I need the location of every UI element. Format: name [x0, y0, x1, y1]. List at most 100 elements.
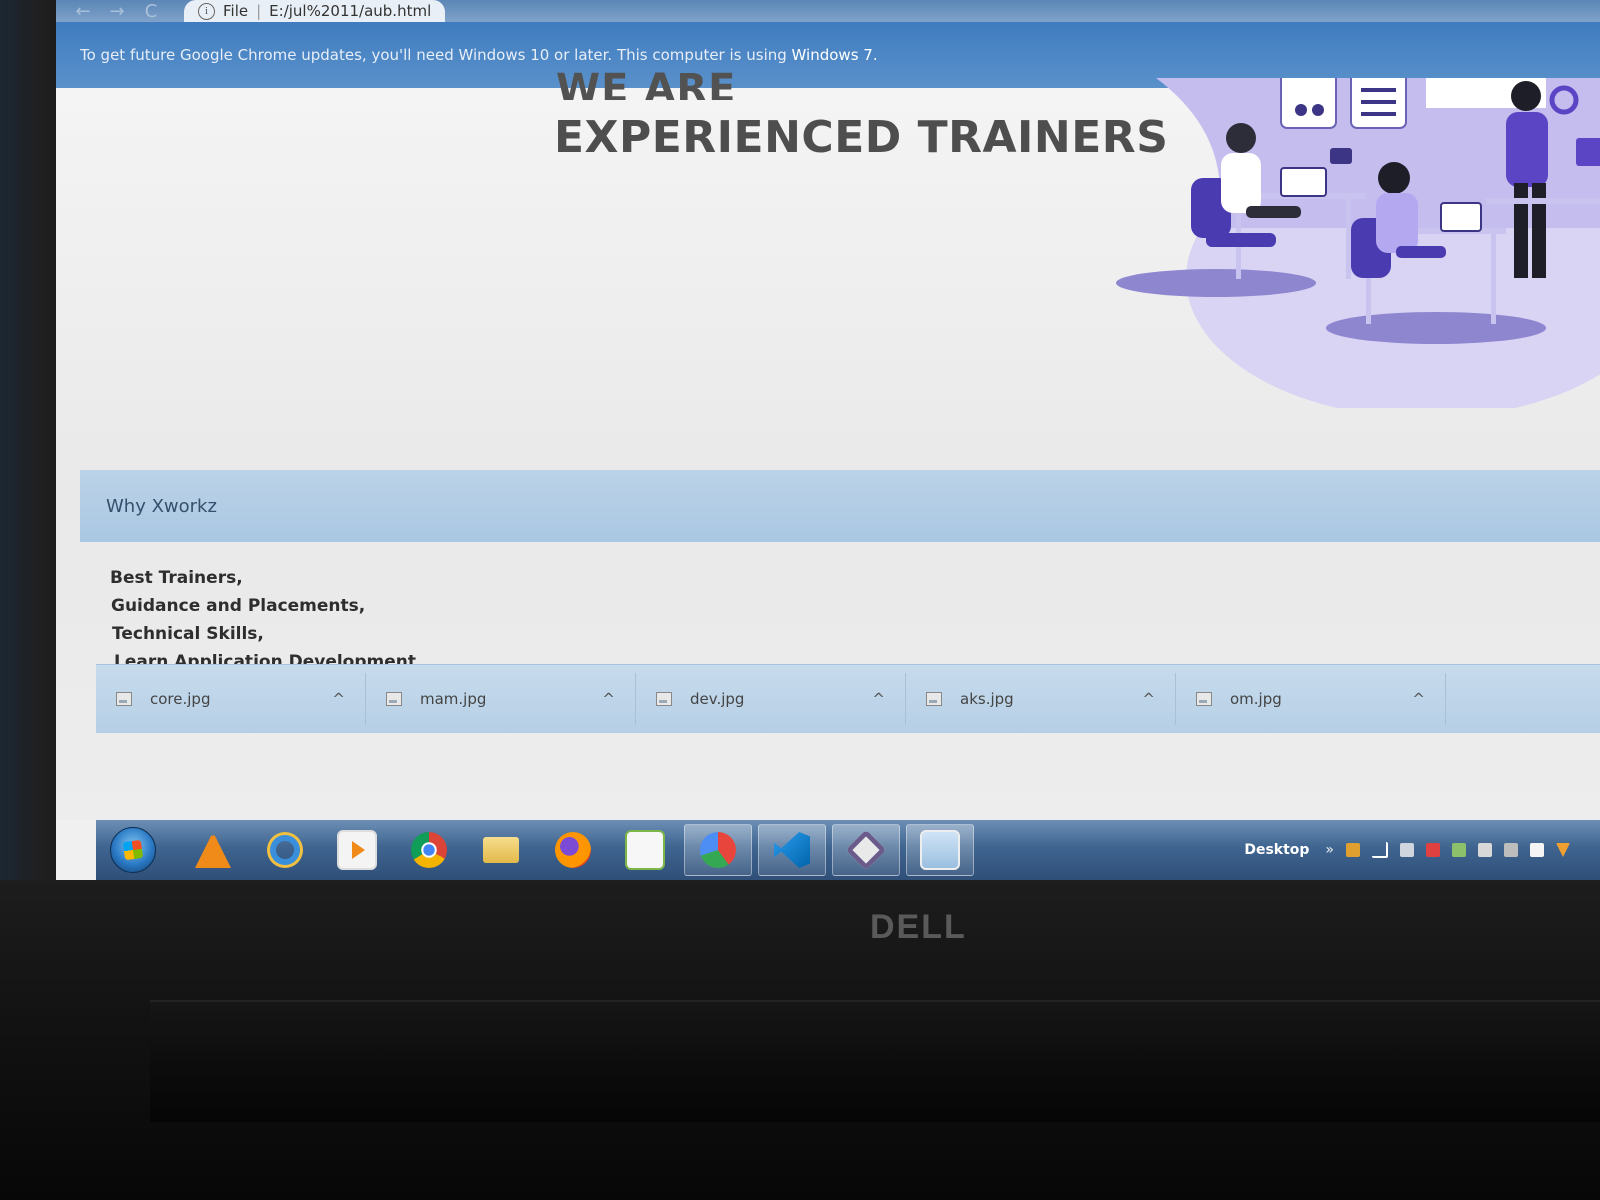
chevron-up-icon[interactable]: ^ — [602, 690, 615, 708]
forward-button[interactable]: → — [106, 1, 128, 22]
system-tray: Desktop » — [1244, 842, 1600, 858]
download-item[interactable]: core.jpg ^ — [96, 673, 366, 725]
start-button[interactable] — [110, 827, 156, 873]
overflow-chevron-icon[interactable]: » — [1325, 842, 1334, 858]
volume-icon[interactable] — [1504, 843, 1518, 857]
chart-app-glyph — [625, 830, 665, 870]
floor-shadow — [1116, 269, 1316, 297]
board-line — [1361, 112, 1396, 116]
download-filename[interactable]: aks.jpg — [960, 690, 1142, 708]
person-body — [1376, 193, 1418, 253]
update-notice: To get future Google Chrome updates, you… — [80, 46, 878, 64]
image-file-icon — [1196, 692, 1212, 706]
window-app-icon[interactable] — [906, 824, 974, 876]
media-player-glyph — [337, 830, 377, 870]
google-app-glyph — [700, 832, 736, 868]
person-legs — [1514, 183, 1528, 278]
team-office-illustration — [1116, 78, 1600, 408]
desk — [1486, 198, 1600, 204]
reload-button[interactable]: C — [140, 1, 162, 22]
dell-logo: DELL — [870, 908, 967, 946]
list-item: Guidance and Placements, — [111, 596, 366, 616]
hero-previous-line: WE ARE — [556, 66, 737, 100]
desk-leg — [1346, 199, 1351, 279]
chrome-glyph — [411, 832, 447, 868]
vscode-icon[interactable] — [758, 824, 826, 876]
code-tag — [1330, 148, 1352, 164]
download-filename[interactable]: core.jpg — [150, 690, 332, 708]
download-item[interactable]: om.jpg ^ — [1176, 673, 1446, 725]
chevron-up-icon[interactable]: ^ — [332, 690, 345, 708]
person-body — [1506, 112, 1548, 187]
image-file-icon — [656, 692, 672, 706]
laptop-screen: ← → C i File | E:/jul%2011/aub.html To g… — [56, 0, 1600, 880]
tray-app-icon[interactable] — [1400, 843, 1414, 857]
desktop-toolbar[interactable]: Desktop — [1244, 842, 1309, 858]
download-filename[interactable]: dev.jpg — [690, 690, 872, 708]
update-notice-os: Windows 7. — [791, 46, 878, 64]
download-item[interactable]: dev.jpg ^ — [636, 673, 906, 725]
person-head — [1226, 123, 1256, 153]
chevron-up-icon[interactable]: ^ — [1142, 690, 1155, 708]
folder-glyph — [483, 837, 519, 863]
section-title: Why Xworkz — [106, 495, 217, 517]
update-notice-text: To get future Google Chrome updates, you… — [80, 46, 787, 64]
person-head — [1378, 162, 1410, 194]
scheme-label: File — [223, 2, 249, 20]
internet-explorer-icon[interactable] — [252, 825, 318, 875]
window-app-glyph — [920, 830, 960, 870]
chrome-icon[interactable] — [396, 825, 462, 875]
address-url[interactable]: E:/jul%2011/aub.html — [269, 2, 431, 20]
download-item[interactable]: mam.jpg ^ — [366, 673, 636, 725]
person-body — [1221, 153, 1261, 213]
person-legs — [1396, 246, 1446, 258]
vlc-glyph — [195, 832, 231, 868]
firefox-icon[interactable] — [540, 825, 606, 875]
image-file-icon — [386, 692, 402, 706]
windows-taskbar: Desktop » — [96, 820, 1600, 880]
chevron-up-icon[interactable]: ^ — [872, 690, 885, 708]
address-bar[interactable]: i File | E:/jul%2011/aub.html — [184, 0, 446, 22]
chart-app-icon[interactable] — [612, 825, 678, 875]
floor-shadow — [1326, 312, 1546, 344]
back-button[interactable]: ← — [72, 1, 94, 22]
info-icon[interactable]: i — [198, 2, 215, 20]
board-card — [1280, 78, 1337, 129]
why-xworkz-header: Why Xworkz — [80, 470, 1600, 542]
board-line — [1361, 88, 1396, 92]
monitor — [1576, 138, 1600, 166]
signal-icon[interactable] — [1372, 842, 1388, 858]
person-legs — [1246, 206, 1301, 218]
desk-leg — [1491, 234, 1496, 324]
chevron-up-icon[interactable]: ^ — [1412, 690, 1425, 708]
download-filename[interactable]: om.jpg — [1230, 690, 1412, 708]
image-file-icon — [926, 692, 942, 706]
board-dot — [1295, 104, 1307, 116]
tray-app-icon[interactable] — [1426, 843, 1440, 857]
media-player-icon[interactable] — [324, 825, 390, 875]
google-app-icon[interactable] — [684, 824, 752, 876]
firefox-glyph — [555, 832, 591, 868]
power-icon[interactable] — [1478, 843, 1492, 857]
person-legs — [1532, 183, 1546, 278]
windows-logo-icon — [122, 839, 144, 861]
git-glyph — [845, 829, 887, 871]
download-shelf: core.jpg ^ mam.jpg ^ dev.jpg ^ aks.jpg ^… — [96, 664, 1600, 733]
download-filename[interactable]: mam.jpg — [420, 690, 602, 708]
git-icon[interactable] — [832, 824, 900, 876]
tray-app-icon[interactable] — [1452, 843, 1466, 857]
tray-app-icon[interactable] — [1556, 843, 1570, 857]
board-dot — [1312, 104, 1324, 116]
browser-toolbar: ← → C i File | E:/jul%2011/aub.html — [56, 0, 1600, 22]
laptop — [1440, 202, 1482, 232]
address-separator: | — [256, 2, 262, 20]
download-item[interactable]: aks.jpg ^ — [906, 673, 1176, 725]
vlc-icon[interactable] — [180, 825, 246, 875]
tray-app-icon[interactable] — [1346, 843, 1360, 857]
image-file-icon — [116, 692, 132, 706]
vscode-glyph — [774, 832, 810, 868]
action-center-flag-icon[interactable] — [1530, 843, 1544, 857]
laptop — [1280, 167, 1327, 197]
file-explorer-icon[interactable] — [468, 825, 534, 875]
reasons-list: Best Trainers, Guidance and Placements, … — [110, 564, 416, 676]
